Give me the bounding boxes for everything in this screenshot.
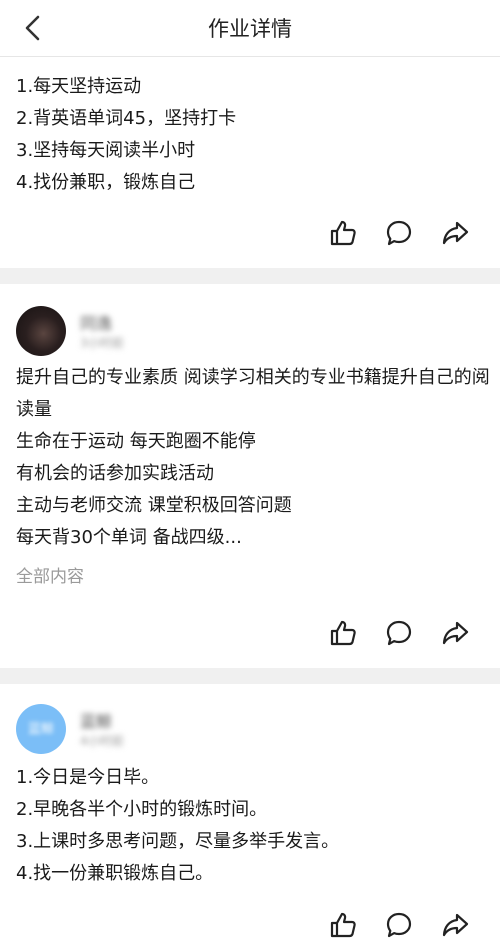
- post-content: 1.今日是今日毕。 2.早晚各半个小时的锻炼时间。 3.上课时多思考问题，尽量多…: [16, 762, 490, 890]
- like-icon[interactable]: [328, 910, 358, 940]
- post-time: 3小时前: [80, 336, 124, 350]
- avatar[interactable]: 蓝鲸: [16, 704, 66, 754]
- homework-post: 1.每天坚持运动 2.背英语单词45，坚持打卡 3.坚持每天阅读半小时 4.找份…: [0, 57, 500, 268]
- page-title: 作业详情: [208, 17, 292, 41]
- post-separator: [0, 668, 500, 684]
- post-time: 4小时前: [80, 734, 124, 748]
- author-name[interactable]: 同逸: [80, 310, 112, 334]
- post-line: 有机会的话参加实践活动: [16, 463, 214, 484]
- post-line: 4.找份兼职，锻炼自己: [16, 172, 196, 193]
- post-line: 3.上课时多思考问题，尽量多举手发言。: [16, 831, 340, 852]
- post-line: 2.早晚各半个小时的锻炼时间。: [16, 799, 268, 820]
- post-line: 1.每天坚持运动: [16, 76, 142, 97]
- post-line: 提升自己的专业素质 阅读学习相关的专业书籍提升自己的阅读量: [16, 367, 490, 420]
- post-content: 提升自己的专业素质 阅读学习相关的专业书籍提升自己的阅读量 生命在于运动 每天跑…: [16, 362, 490, 554]
- homework-post: 同逸 3小时前 提升自己的专业素质 阅读学习相关的专业书籍提升自己的阅读量 生命…: [0, 284, 500, 668]
- post-actions: [328, 910, 478, 942]
- post-line: 3.坚持每天阅读半小时: [16, 140, 196, 161]
- top-nav-bar: 作业详情: [0, 0, 500, 57]
- share-icon[interactable]: [440, 218, 470, 248]
- post-line: 4.找一份兼职锻炼自己。: [16, 863, 214, 884]
- author-name[interactable]: 蓝鲸: [80, 708, 112, 732]
- post-line: 主动与老师交流 课堂积极回答问题: [16, 495, 292, 516]
- post-actions: [328, 618, 478, 650]
- share-icon[interactable]: [440, 618, 470, 648]
- post-line: 每天背30个单词 备战四级...: [16, 527, 242, 548]
- post-content: 1.每天坚持运动 2.背英语单词45，坚持打卡 3.坚持每天阅读半小时 4.找份…: [16, 71, 490, 199]
- post-line: 1.今日是今日毕。: [16, 767, 160, 788]
- post-separator: [0, 268, 500, 284]
- post-line: 2.背英语单词45，坚持打卡: [16, 108, 237, 129]
- share-icon[interactable]: [440, 910, 470, 940]
- post-line: 生命在于运动 每天跑圈不能停: [16, 431, 256, 452]
- like-icon[interactable]: [328, 218, 358, 248]
- show-all-link[interactable]: 全部内容: [16, 562, 84, 587]
- comment-icon[interactable]: [384, 910, 414, 940]
- avatar[interactable]: [16, 306, 66, 356]
- post-actions: [328, 218, 478, 250]
- comment-icon[interactable]: [384, 218, 414, 248]
- avatar-text: 蓝鲸: [27, 722, 54, 737]
- homework-post: 蓝鲸 蓝鲸 4小时前 1.今日是今日毕。 2.早晚各半个小时的锻炼时间。 3.上…: [0, 684, 500, 941]
- comment-icon[interactable]: [384, 618, 414, 648]
- like-icon[interactable]: [328, 618, 358, 648]
